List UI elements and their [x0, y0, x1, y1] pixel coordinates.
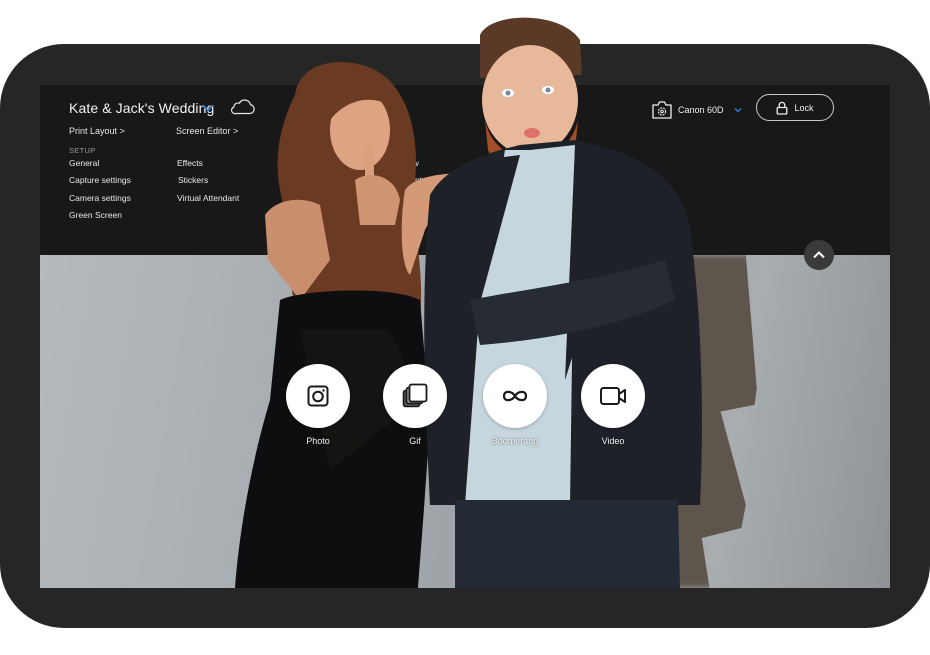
- settings-panel: Kate & Jack's Wedding Print Layout > Scr…: [40, 85, 890, 255]
- camera-selector[interactable]: Canon 60D: [651, 99, 743, 121]
- chevron-down-icon: [734, 108, 742, 113]
- mode-boomerang[interactable]: Boomerang: [483, 364, 547, 454]
- live-camera-background: [40, 255, 890, 588]
- video-mode-button[interactable]: [581, 364, 645, 428]
- event-title[interactable]: Kate & Jack's Wedding: [69, 100, 214, 116]
- booth-screen: Kate & Jack's Wedding Print Layout > Scr…: [40, 85, 890, 588]
- stacked-frames-icon: [402, 383, 428, 408]
- boomerang-mode-button[interactable]: [483, 364, 547, 428]
- video-mode-label: Video: [601, 436, 625, 446]
- menu-item-capture-settings[interactable]: Capture settings: [69, 175, 131, 185]
- infinity-icon: [502, 390, 528, 402]
- instagram-camera-icon: [307, 385, 329, 407]
- menu-item-virtual-attendant[interactable]: Virtual Attendant: [177, 193, 239, 203]
- menu-item-stickers[interactable]: Stickers: [178, 175, 208, 185]
- photo-mode-button[interactable]: [286, 364, 350, 428]
- sharing-heading: SHARING: [284, 146, 321, 155]
- gif-mode-button[interactable]: [383, 364, 447, 428]
- chevron-up-icon: [813, 251, 825, 259]
- menu-item-display[interactable]: Display: [284, 193, 312, 203]
- menu-item-print[interactable]: Print: [284, 175, 301, 185]
- menu-item-effects[interactable]: Effects: [177, 158, 203, 168]
- menu-item-sharing[interactable]: Sharing: [284, 158, 313, 168]
- collapse-panel-button[interactable]: [804, 240, 834, 270]
- photo-mode-label: Photo: [306, 436, 330, 446]
- mode-gif[interactable]: Gif: [383, 364, 447, 454]
- menu-item-green-screen[interactable]: Green Screen: [69, 210, 122, 220]
- menu-item-slideshow[interactable]: Slideshow: [380, 158, 419, 168]
- print-layout-link[interactable]: Print Layout >: [69, 126, 125, 136]
- boomerang-mode-label: Boomerang: [491, 436, 539, 446]
- menu-item-camera-settings[interactable]: Camera settings: [69, 193, 131, 203]
- menu-item-start-event[interactable]: Start Event: [380, 175, 422, 185]
- chevron-down-icon[interactable]: [202, 102, 214, 114]
- lock-icon: [777, 101, 788, 115]
- mode-photo[interactable]: Photo: [286, 364, 350, 454]
- screen-editor-link[interactable]: Screen Editor >: [176, 126, 238, 136]
- lock-button[interactable]: Lock: [756, 94, 834, 121]
- camera-label: Canon 60D: [678, 105, 724, 115]
- gif-mode-label: Gif: [409, 436, 421, 446]
- cloud-icon[interactable]: [230, 99, 256, 115]
- camera-settings-icon: [652, 101, 672, 119]
- video-camera-icon: [600, 387, 626, 405]
- lock-label: Lock: [794, 102, 814, 113]
- mode-video[interactable]: Video: [581, 364, 645, 454]
- setup-heading: SETUP: [69, 146, 96, 155]
- menu-item-general[interactable]: General: [69, 158, 99, 168]
